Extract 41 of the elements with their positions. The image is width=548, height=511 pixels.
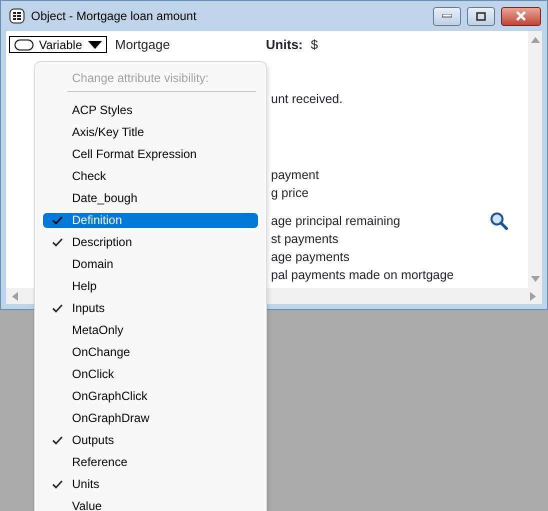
units-value: $ [310, 36, 318, 54]
menu-item[interactable]: Description [43, 231, 258, 253]
menu-item[interactable]: Date_bough [43, 187, 258, 209]
menu-item[interactable]: Cell Format Expression [43, 143, 258, 165]
description-text: pal payments made on mortgage [271, 266, 454, 284]
menu-item[interactable]: Inputs [43, 297, 258, 319]
menu-item[interactable]: OnGraphClick [43, 385, 258, 407]
menu-item[interactable]: Domain [43, 253, 258, 275]
close-button[interactable] [501, 6, 541, 26]
close-icon [515, 11, 527, 21]
class-dropdown[interactable]: Variable [9, 36, 107, 54]
menu-item[interactable]: OnGraphDraw [43, 407, 258, 429]
menu-item[interactable]: MetaOnly [43, 319, 258, 341]
description-text: g price [271, 184, 309, 202]
maximize-icon [476, 12, 486, 20]
menu-item[interactable]: Help [43, 275, 258, 297]
description-text: age principal remaining [271, 212, 400, 230]
menu-item[interactable]: ACP Styles [43, 99, 258, 121]
menu-item[interactable]: Units [43, 473, 258, 495]
units-label: Units: [266, 36, 303, 54]
object-window-icon [9, 8, 25, 24]
minimize-button[interactable] [433, 6, 461, 26]
menu-item[interactable]: Value [43, 495, 258, 511]
maximize-button[interactable] [467, 6, 495, 26]
search-icon[interactable] [490, 212, 508, 230]
menu-heading: Change attribute visibility: [71, 70, 210, 87]
description-text: payment [271, 166, 319, 184]
description-text: age payments [271, 248, 350, 266]
menu-item[interactable]: Definition [43, 212, 258, 228]
description-text: st payments [271, 230, 338, 248]
menu-item[interactable]: Axis/Key Title [43, 121, 258, 143]
caret-icon [88, 40, 102, 49]
menu-item[interactable]: Outputs [43, 429, 258, 451]
menu-item[interactable]: Check [43, 165, 258, 187]
window-title: Object - Mortgage loan amount [31, 8, 198, 25]
menu-item[interactable]: Reference [43, 451, 258, 473]
menu-item[interactable]: OnChange [43, 341, 258, 363]
menu-item[interactable]: OnClick [43, 363, 258, 385]
identifier-label: Mortgage [115, 36, 170, 54]
minimize-icon [442, 14, 452, 18]
description-text: unt received. [271, 90, 343, 108]
